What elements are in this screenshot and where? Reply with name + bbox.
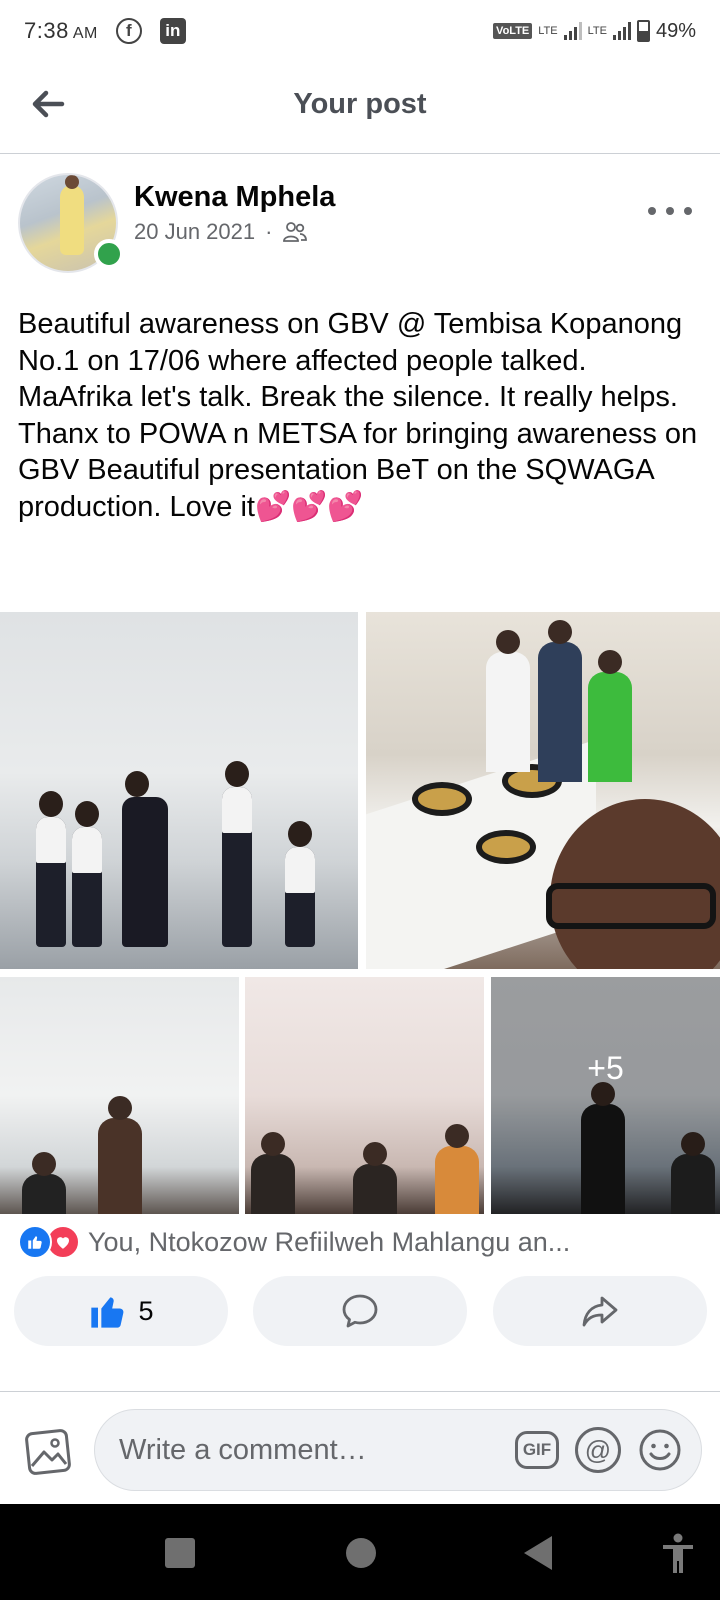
lte-label-2: LTE: [587, 25, 607, 37]
post-photo-3[interactable]: [0, 977, 239, 1214]
meta-separator: ·: [265, 219, 273, 244]
linkedin-notification-icon: in: [159, 18, 186, 44]
page-title: Your post: [293, 88, 427, 120]
home-button[interactable]: [346, 1538, 376, 1568]
add-photo-button[interactable]: [22, 1426, 74, 1478]
reactions-summary[interactable]: You, Ntokozow Refiilweh Mahlangu an...: [18, 1222, 708, 1262]
like-reaction-icon: [18, 1225, 52, 1259]
hearts-emoji: 💕💕💕: [254, 490, 364, 523]
status-indicators: VoLTE LTE LTE 49%: [493, 20, 696, 43]
like-count: 5: [138, 1295, 154, 1326]
battery-icon: [636, 20, 650, 42]
post-photo-2[interactable]: [366, 612, 720, 969]
app-header: Your post: [0, 62, 720, 154]
comment-bubble-icon: [342, 1294, 378, 1328]
post-meta: 20 Jun 2021 ·: [134, 219, 308, 245]
post-photo-5[interactable]: +5: [491, 977, 720, 1214]
dot-icon: [684, 207, 692, 215]
thumbs-up-icon: [91, 1297, 124, 1328]
more-photos-overlay[interactable]: +5: [491, 977, 720, 1214]
dot-icon: [666, 207, 674, 215]
comment-input[interactable]: [119, 1433, 499, 1467]
system-nav-bar: [0, 1504, 720, 1600]
dot-icon: [648, 207, 656, 215]
mention-icon[interactable]: @: [575, 1427, 621, 1473]
post-body: Beautiful awareness on GBV @ Tembisa Kop…: [18, 306, 708, 525]
post-date[interactable]: 20 Jun 2021: [134, 219, 255, 245]
online-status-icon: [94, 239, 124, 269]
lte-label: LTE: [538, 25, 558, 37]
author-name[interactable]: Kwena Mphela: [134, 181, 335, 214]
comment-box: GIF @: [94, 1409, 702, 1491]
like-button[interactable]: 5: [14, 1276, 228, 1346]
volte-badge: VoLTE: [493, 23, 533, 39]
post-photo-1[interactable]: [0, 612, 358, 969]
reactions-text: You, Ntokozow Refiilweh Mahlangu an...: [88, 1226, 571, 1257]
accessibility-button[interactable]: [660, 1532, 696, 1574]
accessibility-icon: [663, 1533, 693, 1573]
comment-button[interactable]: [253, 1276, 467, 1346]
signal-icon-2: [612, 22, 631, 40]
signal-icon: [563, 22, 582, 40]
post-photo-4[interactable]: [245, 977, 484, 1214]
recent-apps-button[interactable]: [165, 1538, 195, 1568]
gif-icon[interactable]: GIF: [515, 1431, 559, 1469]
system-back-button[interactable]: [524, 1536, 552, 1570]
share-arrow-icon: [582, 1296, 618, 1327]
more-photos-count: +5: [587, 1050, 624, 1086]
share-button[interactable]: [493, 1276, 707, 1346]
status-bar: 7:38 AM f in VoLTE LTE LTE 49%: [0, 0, 720, 62]
status-time: 7:38 AM: [24, 18, 98, 43]
divider: [0, 1391, 720, 1392]
facebook-notification-icon: f: [115, 18, 142, 44]
emoji-icon[interactable]: [637, 1427, 683, 1473]
friends-icon: [283, 222, 308, 242]
battery-percent: 49%: [655, 19, 696, 42]
more-options-button[interactable]: [648, 199, 692, 223]
image-icon: [25, 1429, 71, 1475]
